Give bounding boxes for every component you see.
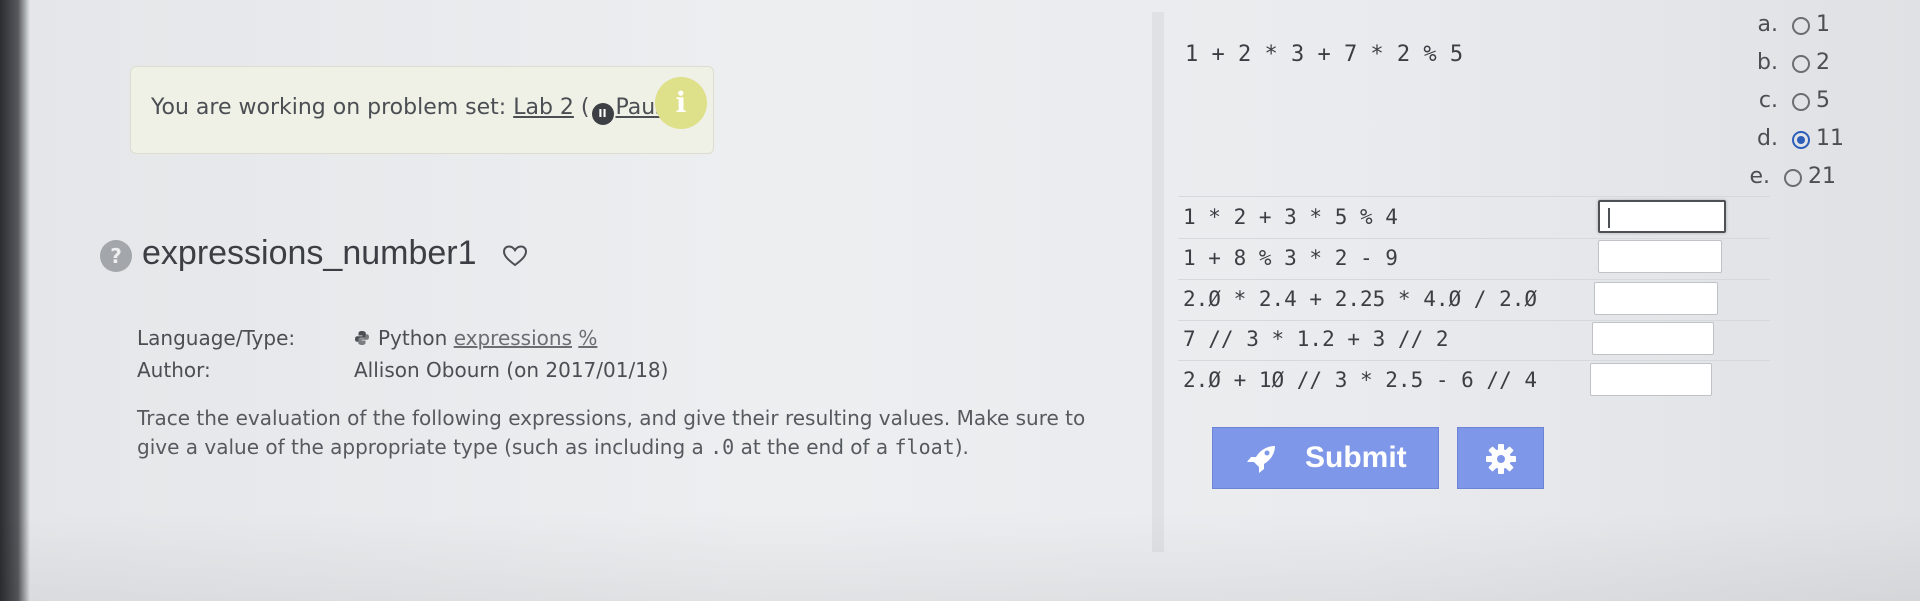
author-label: Author: <box>137 358 211 382</box>
submit-button[interactable]: Submit <box>1212 427 1439 489</box>
answer-field[interactable] <box>1591 364 1711 395</box>
choice-letter: d. <box>1757 126 1778 151</box>
python-icon <box>355 331 369 345</box>
notice-text: You are working on problem set: Lab 2 (I… <box>151 95 689 125</box>
language-value: Python expressions % <box>354 326 597 350</box>
answer-field[interactable] <box>1595 283 1717 314</box>
choice-value: 11 <box>1816 126 1844 151</box>
radio-button[interactable] <box>1792 93 1810 111</box>
language-name: Python <box>378 326 448 350</box>
answer-input-5[interactable] <box>1590 363 1712 396</box>
answer-input-2[interactable] <box>1598 240 1722 273</box>
choice-letter: a. <box>1757 12 1778 37</box>
answer-field[interactable] <box>1599 241 1721 272</box>
choice-value: 21 <box>1808 164 1836 189</box>
text-caret <box>1608 208 1610 228</box>
answer-input-4[interactable] <box>1592 322 1714 355</box>
radio-button[interactable] <box>1792 55 1810 73</box>
answer-field[interactable] <box>1593 323 1713 354</box>
open-paren: ( <box>580 95 590 120</box>
description-text: ). <box>954 435 969 459</box>
language-tag-link[interactable]: % <box>578 326 597 350</box>
notice-prefix: You are working on problem set: <box>151 95 507 120</box>
expression-1: 1 * 2 + 3 * 5 % 4 <box>1183 205 1398 229</box>
row-separator <box>1178 196 1770 197</box>
pause-icon[interactable]: II <box>591 103 614 125</box>
expression-4: 7 // 3 * 1.2 + 3 // 2 <box>1183 327 1449 351</box>
question-expression: 1 + 2 * 3 + 7 * 2 % 5 <box>1185 42 1464 67</box>
info-icon[interactable]: i <box>655 77 707 129</box>
description-code: float <box>894 435 955 459</box>
description-code: .0 <box>710 435 735 459</box>
column-divider <box>1152 12 1164 552</box>
row-separator <box>1178 360 1770 361</box>
expression-5: 2.Ø + 1Ø // 3 * 2.5 - 6 // 4 <box>1183 368 1538 392</box>
language-type-link[interactable]: expressions <box>454 326 572 350</box>
settings-button[interactable] <box>1457 427 1544 489</box>
expression-2: 1 + 8 % 3 * 2 - 9 <box>1183 246 1398 270</box>
answer-input-3[interactable] <box>1594 282 1718 315</box>
answer-field[interactable] <box>1600 202 1724 231</box>
choice-e[interactable]: e. 21 <box>1672 164 1836 194</box>
rocket-icon <box>1247 446 1275 473</box>
radio-button-selected[interactable] <box>1792 131 1810 149</box>
choice-letter: b. <box>1757 50 1778 75</box>
problem-description: Trace the evaluation of the following ex… <box>137 404 1127 462</box>
help-icon[interactable]: ? <box>100 240 132 272</box>
gear-icon <box>1486 444 1516 474</box>
row-separator <box>1178 238 1770 239</box>
radio-button[interactable] <box>1792 17 1810 35</box>
heart-icon[interactable] <box>502 244 528 268</box>
author-value: Allison Obourn (on 2017/01/18) <box>354 358 669 382</box>
screen-shadow <box>0 511 1920 601</box>
choice-d[interactable]: d. 11 <box>1680 126 1844 156</box>
description-text: at the end of a <box>734 435 895 459</box>
choice-a[interactable]: a. 1 <box>1680 12 1840 42</box>
expression-3: 2.Ø * 2.4 + 2.25 * 4.Ø / 2.Ø <box>1183 287 1538 311</box>
language-label: Language/Type: <box>137 326 296 350</box>
choice-letter: c. <box>1758 88 1778 113</box>
choice-value: 2 <box>1816 50 1830 75</box>
radio-button[interactable] <box>1784 169 1802 187</box>
submit-label: Submit <box>1305 441 1407 474</box>
row-separator <box>1178 279 1770 280</box>
choice-b[interactable]: b. 2 <box>1680 50 1840 80</box>
problem-title: expressions_number1 <box>142 234 477 272</box>
screen-bezel <box>0 0 30 601</box>
choice-value: 1 <box>1816 12 1830 37</box>
problem-set-notice: You are working on problem set: Lab 2 (I… <box>130 66 714 154</box>
choice-value: 5 <box>1816 88 1830 113</box>
row-separator <box>1178 320 1770 321</box>
choice-c[interactable]: c. 5 <box>1680 88 1840 118</box>
problem-set-link[interactable]: Lab 2 <box>513 95 574 120</box>
answer-input-1[interactable] <box>1598 200 1726 233</box>
choice-letter: e. <box>1749 164 1770 189</box>
